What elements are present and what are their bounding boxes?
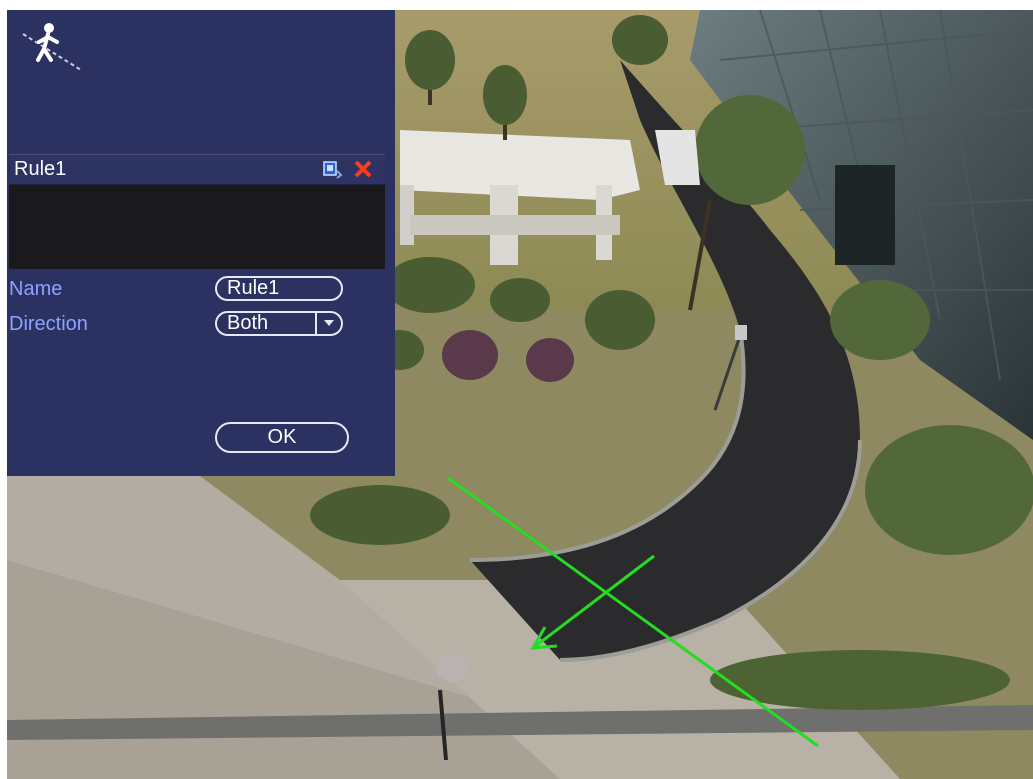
tripwire-pedestrian-icon [22,23,82,71]
rule-config-panel: Rule1 Name Rule1 Direction Both OK [7,10,395,476]
direction-label: Direction [9,313,88,335]
rule-list: Rule1 [9,154,385,269]
rule-name-value: Rule1 [227,277,280,299]
delete-rule-icon[interactable] [353,159,373,179]
name-label: Name [9,278,63,300]
edit-rule-icon[interactable] [323,161,343,179]
chevron-down-icon[interactable] [315,313,341,334]
direction-value: Both [227,312,269,334]
direction-select[interactable]: Both [215,311,343,336]
rule-name-input[interactable]: Rule1 [215,276,343,301]
rule-row-rule1[interactable]: Rule1 [9,155,385,185]
ok-button[interactable]: OK [215,422,349,453]
rule-name-label: Rule1 [14,158,67,180]
